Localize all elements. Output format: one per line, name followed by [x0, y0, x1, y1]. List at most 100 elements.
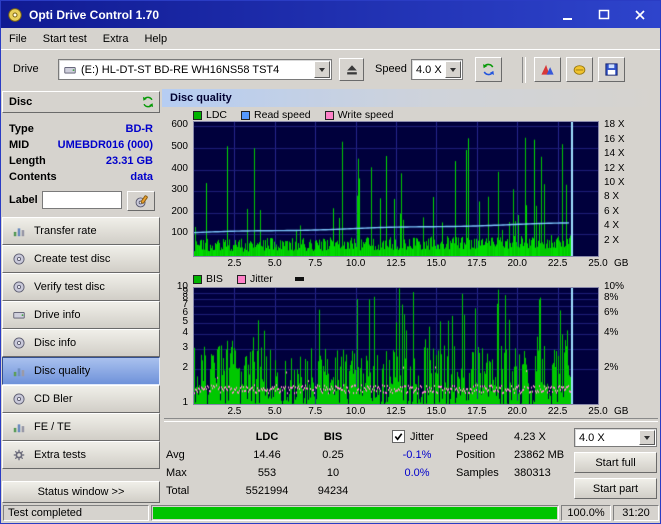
- speed-stat-select-value: 4.0 X: [579, 431, 605, 444]
- axis-tick: 7.5: [308, 258, 323, 269]
- axis-tick: 300: [171, 184, 188, 196]
- speed-stat-select[interactable]: 4.0 X: [574, 428, 657, 447]
- jitter-checkbox[interactable]: [392, 430, 405, 443]
- titlebar: Opti Drive Control 1.70: [1, 1, 660, 28]
- axis-tick: 10.0: [345, 258, 366, 269]
- start-part-button[interactable]: Start part: [574, 478, 657, 499]
- axis-tick: 2.5: [227, 406, 242, 417]
- save-icon: [605, 63, 618, 76]
- edit-label-button[interactable]: [127, 191, 155, 211]
- legend-label: BIS: [206, 273, 223, 285]
- sidebar-item-fe-te[interactable]: FE / TE: [2, 413, 160, 441]
- disc-mid-value: UMEBDR016 (000): [57, 139, 153, 151]
- donate-button[interactable]: [566, 57, 593, 82]
- legend-item: BIS: [193, 273, 223, 285]
- axis-tick: 8 X: [604, 191, 620, 203]
- maximize-button[interactable]: [596, 7, 612, 23]
- avg-jitter-value: -0.1%: [402, 449, 432, 461]
- axis-tick: 500: [171, 140, 188, 152]
- axis-tick: 2.5: [227, 258, 242, 269]
- refresh-speed-button[interactable]: [475, 57, 502, 82]
- sidebar-item-label: Disc info: [34, 337, 77, 349]
- speed-stat-value: 4.23 X: [514, 431, 546, 443]
- hand-icon: [573, 65, 586, 75]
- disc-contents-label: Contents: [9, 171, 57, 183]
- chart-icon: [13, 228, 25, 237]
- drive-select[interactable]: (E:) HL-DT-ST BD-RE WH16NS58 TST4: [58, 59, 332, 80]
- axis-tick: 10%: [604, 281, 625, 292]
- jitter-checkbox-label[interactable]: Jitter: [410, 431, 434, 444]
- sidebar-item-drive-info[interactable]: Drive info: [2, 301, 160, 329]
- axis-tick: 6%: [604, 306, 619, 318]
- refresh-disc-button[interactable]: [141, 95, 155, 109]
- legend-item: Write speed: [324, 109, 394, 121]
- close-button[interactable]: [632, 7, 648, 23]
- eject-icon: [346, 64, 357, 74]
- axis-tick: 1: [182, 397, 188, 408]
- window-title: Opti Drive Control 1.70: [29, 7, 160, 22]
- drive-label: Drive: [13, 63, 39, 75]
- progress-bar: [151, 505, 559, 521]
- status-window-label: Status window >>: [37, 486, 125, 498]
- axis-tick: 17.5: [467, 406, 487, 417]
- axis-tick: 12.5: [386, 406, 406, 417]
- disc-contents-value[interactable]: data: [130, 171, 153, 183]
- samples-stat-label: Samples: [456, 467, 499, 479]
- axis-tick: 4%: [604, 327, 619, 339]
- save-button[interactable]: [598, 57, 625, 82]
- menu-file[interactable]: File: [1, 29, 35, 49]
- axis-tick: 8%: [604, 292, 619, 304]
- elapsed-time: 31:20: [613, 505, 659, 521]
- label-input[interactable]: [42, 191, 122, 209]
- sidebar-item-disc-quality[interactable]: Disc quality: [2, 357, 160, 385]
- menu-start-test[interactable]: Start test: [35, 29, 95, 49]
- speed-select[interactable]: 4.0 X: [411, 59, 463, 80]
- drive-select-arrow[interactable]: [314, 61, 330, 78]
- ldc-x-axis: 2.5 5.0 7.5 10.0 12.5 15.0 17.5 20.0 22.5 25.0 GB: [194, 259, 654, 271]
- minimize-button[interactable]: [560, 7, 576, 23]
- app-icon: [8, 7, 22, 22]
- status-text: Test completed: [3, 505, 149, 521]
- sidebar-item-disc-info[interactable]: Disc info: [2, 329, 160, 357]
- bis-column-header: BIS: [323, 431, 343, 443]
- legend-item: Jitter: [236, 273, 273, 285]
- start-full-button[interactable]: Start full: [574, 452, 657, 473]
- menu-help[interactable]: Help: [136, 29, 175, 49]
- eject-button[interactable]: [339, 58, 364, 81]
- menu-extra[interactable]: Extra: [95, 29, 137, 49]
- axis-tick: 14 X: [604, 148, 625, 160]
- axis-tick: 2 X: [604, 234, 620, 246]
- status-window-button[interactable]: Status window >>: [2, 481, 160, 503]
- bis-legend: BIS Jitter: [193, 273, 304, 285]
- sidebar-item-create-test-disc[interactable]: Create test disc: [2, 245, 160, 273]
- toolbar: Drive (E:) HL-DT-ST BD-RE WH16NS58 TST4 …: [1, 49, 660, 90]
- axis-tick: 10 X: [604, 176, 625, 188]
- axis-tick: 400: [171, 162, 188, 174]
- disc-length-value: 23.31 GB: [105, 155, 153, 167]
- axis-tick: 10.0: [345, 406, 366, 417]
- axis-tick: 4 X: [604, 220, 620, 232]
- disc-type-value: BD-R: [125, 123, 154, 135]
- ldc-right-axis: 18 X 16 X 14 X 12 X 10 X 8 X 6 X 4 X 2 X: [601, 120, 657, 257]
- avg-ldc-value: 14.46: [253, 449, 281, 461]
- axis-tick: 600: [171, 119, 188, 131]
- sidebar-item-verify-test-disc[interactable]: Verify test disc: [2, 273, 160, 301]
- bis-left-axis: 10 9 8 7 6 5 4 3 2 1: [162, 282, 191, 408]
- sidebar-item-transfer-rate[interactable]: Transfer rate: [2, 217, 160, 245]
- sidebar-item-label: Verify test disc: [34, 281, 105, 293]
- max-ldc-value: 553: [257, 467, 277, 479]
- sidebar-item-extra-tests[interactable]: Extra tests: [2, 441, 160, 469]
- bis-jitter-chart-canvas: [194, 288, 598, 404]
- axis-tick: 15.0: [426, 406, 447, 417]
- axis-tick: 12.5: [386, 258, 406, 269]
- ldc-legend: LDC Read speed Write speed: [193, 109, 394, 121]
- position-stat-label: Position: [456, 449, 496, 461]
- speed-stat-select-arrow[interactable]: [639, 430, 655, 445]
- sidebar-item-cd-bler[interactable]: CD Bler: [2, 385, 160, 413]
- axis-tick: 6 X: [604, 205, 620, 217]
- colors-button[interactable]: [534, 57, 561, 82]
- progress-percent: 100.0%: [561, 505, 611, 521]
- disc-length-label: Length: [9, 155, 46, 167]
- speed-select-arrow[interactable]: [445, 61, 461, 78]
- bis-right-axis: 10% 8% 6% 4% 2%: [601, 282, 657, 405]
